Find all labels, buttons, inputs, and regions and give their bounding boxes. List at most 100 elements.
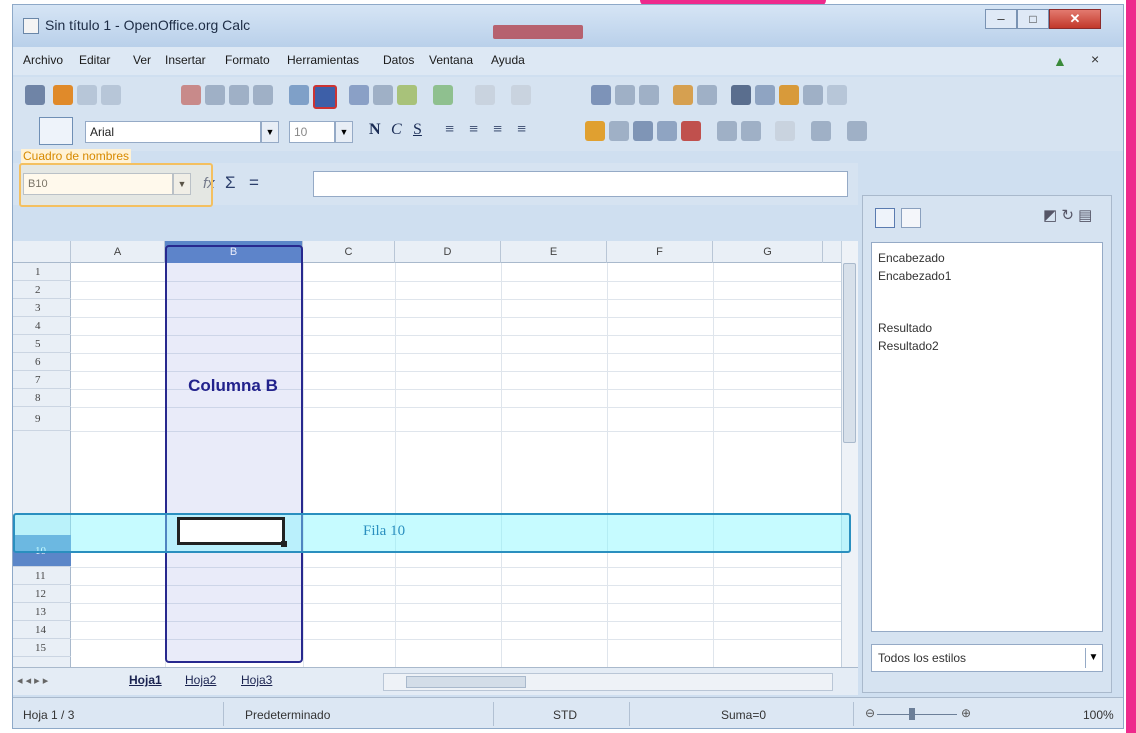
menu-formato[interactable]: Formato (225, 53, 270, 67)
sum-icon[interactable]: Σ (225, 173, 236, 193)
export-pdf-icon[interactable] (205, 85, 225, 105)
tab-hoja3[interactable]: Hoja3 (241, 673, 272, 687)
align-left-icon[interactable]: ≡ (445, 121, 454, 139)
menu-insertar[interactable]: Insertar (165, 53, 206, 67)
menu-datos[interactable]: Datos (383, 53, 414, 67)
align-center-icon[interactable]: ≡ (469, 121, 478, 139)
background-color-icon[interactable] (811, 121, 831, 141)
autospell-icon[interactable] (313, 85, 337, 109)
redo-icon[interactable] (511, 85, 531, 105)
styles-formatting-button[interactable] (39, 117, 73, 145)
decrease-indent-icon[interactable] (717, 121, 737, 141)
row-header[interactable]: 4 (13, 317, 71, 335)
chart-icon[interactable] (673, 85, 693, 105)
datasources-icon[interactable] (803, 85, 823, 105)
font-name-select[interactable]: Arial (85, 121, 261, 143)
chevron-down-icon[interactable]: ▼ (335, 121, 353, 143)
active-cell-b10[interactable] (177, 517, 285, 545)
maximize-button[interactable]: □ (1017, 9, 1049, 29)
spellcheck-icon[interactable] (289, 85, 309, 105)
column-header-a[interactable]: A (71, 241, 165, 263)
borders-icon[interactable] (775, 121, 795, 141)
clone-format-icon[interactable] (433, 85, 453, 105)
align-right-icon[interactable]: ≡ (493, 121, 502, 139)
column-header-f[interactable]: F (607, 241, 713, 263)
font-color-icon[interactable] (847, 121, 867, 141)
cut-icon[interactable] (349, 85, 369, 105)
menu-archivo[interactable]: Archivo (23, 53, 63, 67)
draw-functions-icon[interactable] (697, 85, 717, 105)
formula-input[interactable] (313, 171, 848, 197)
undo-icon[interactable] (475, 85, 495, 105)
spreadsheet-grid[interactable]: A B C D E F G 1 2 3 4 5 6 7 8 9 10 11 12… (13, 241, 858, 667)
row-header[interactable]: 11 (13, 567, 71, 585)
row-header[interactable]: 12 (13, 585, 71, 603)
horizontal-scroll-thumb[interactable] (406, 676, 526, 688)
style-item[interactable]: Resultado2 (878, 339, 939, 353)
style-filter-select[interactable]: Todos los estilos (871, 644, 1103, 672)
justify-icon[interactable]: ≡ (517, 121, 526, 139)
page-styles-icon[interactable] (901, 208, 921, 228)
row-header[interactable]: 8 (13, 389, 71, 407)
style-item[interactable]: Resultado (878, 321, 932, 335)
zoom-level[interactable]: 100% (1083, 708, 1114, 722)
menu-ventana[interactable]: Ventana (429, 53, 473, 67)
find-icon[interactable] (731, 85, 751, 105)
preview-icon[interactable] (253, 85, 273, 105)
row-header[interactable]: 5 (13, 335, 71, 353)
selection-mode[interactable]: STD (553, 708, 577, 722)
merge-cells-icon[interactable] (585, 121, 605, 141)
chevron-down-icon[interactable]: ▼ (1085, 648, 1101, 668)
chevron-down-icon[interactable]: ▼ (261, 121, 279, 143)
menu-ver[interactable]: Ver (133, 53, 151, 67)
close-document-button[interactable]: × (1091, 51, 1099, 67)
paste-icon[interactable] (397, 85, 417, 105)
row-header[interactable]: 6 (13, 353, 71, 371)
row-header[interactable]: 1 (13, 263, 71, 281)
row-header[interactable]: 14 (13, 621, 71, 639)
minimize-button[interactable]: – (985, 9, 1017, 29)
open-icon[interactable] (53, 85, 73, 105)
percent-format-icon[interactable] (633, 121, 653, 141)
style-actions-icon[interactable]: ◩ ↻ ▤ (1043, 206, 1092, 224)
hyperlink-icon[interactable] (591, 85, 611, 105)
tab-hoja1[interactable]: Hoja1 (129, 673, 162, 687)
row-header[interactable]: 9 (13, 407, 71, 431)
zoom-in-button[interactable]: ⊕ (961, 706, 971, 720)
column-header-e[interactable]: E (501, 241, 607, 263)
menu-herramientas[interactable]: Herramientas (287, 53, 359, 67)
column-header-g[interactable]: G (713, 241, 823, 263)
sort-ascending-icon[interactable] (615, 85, 635, 105)
styles-list[interactable]: Encabezado Encabezado1 Resultado Resulta… (871, 242, 1103, 632)
navigator-icon[interactable] (755, 85, 775, 105)
function-icon[interactable]: = (249, 173, 259, 193)
copy-icon[interactable] (373, 85, 393, 105)
tab-hoja2[interactable]: Hoja2 (185, 673, 216, 687)
menu-ayuda[interactable]: Ayuda (491, 53, 525, 67)
row-header[interactable]: 15 (13, 639, 71, 657)
cell-styles-icon[interactable] (875, 208, 895, 228)
close-button[interactable]: ✕ (1049, 9, 1101, 29)
bold-button[interactable]: N (369, 121, 381, 139)
style-item[interactable]: Encabezado (878, 251, 945, 265)
print-icon[interactable] (229, 85, 249, 105)
underline-button[interactable]: S (413, 121, 422, 139)
sheet-navigation-arrows[interactable]: ◂ ◂ ▸ ▸ (17, 674, 48, 687)
italic-button[interactable]: C (391, 121, 402, 139)
row-header[interactable]: 3 (13, 299, 71, 317)
zoom-out-button[interactable]: ⊖ (865, 706, 875, 720)
edit-file-icon[interactable] (181, 85, 201, 105)
font-size-select[interactable]: 10 (289, 121, 335, 143)
fill-handle[interactable] (281, 541, 287, 547)
email-icon[interactable] (101, 85, 121, 105)
save-icon[interactable] (77, 85, 97, 105)
row-header[interactable]: 7 (13, 371, 71, 389)
zoom-slider-knob[interactable] (909, 708, 915, 720)
delete-decimal-icon[interactable] (681, 121, 701, 141)
column-header-d[interactable]: D (395, 241, 501, 263)
vertical-scroll-thumb[interactable] (843, 263, 856, 443)
row-header[interactable]: 13 (13, 603, 71, 621)
zoom-slider[interactable] (877, 714, 957, 715)
increase-indent-icon[interactable] (741, 121, 761, 141)
style-item[interactable]: Encabezado1 (878, 269, 951, 283)
